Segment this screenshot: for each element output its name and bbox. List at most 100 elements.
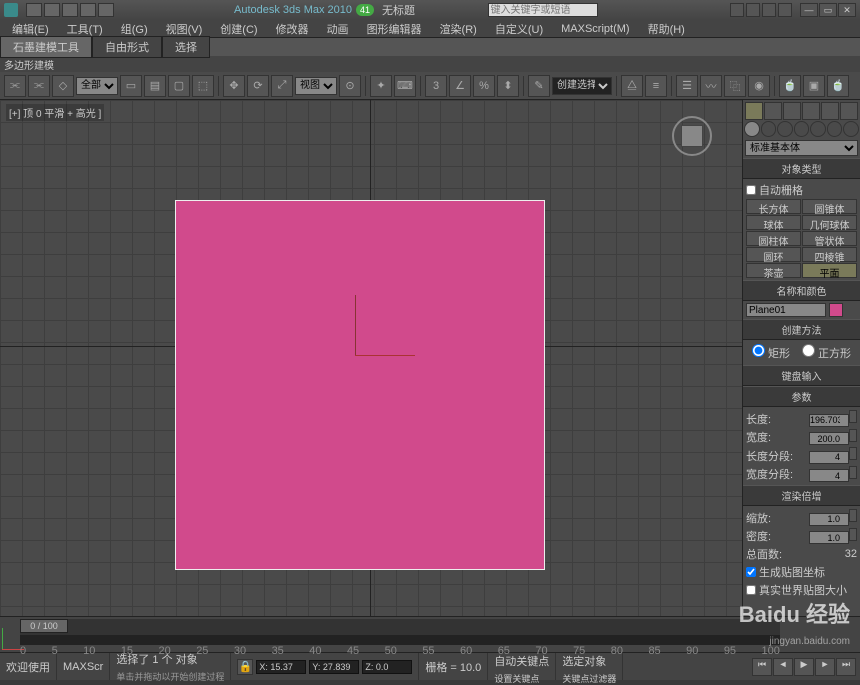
render-setup-icon[interactable]: 🍵 — [779, 75, 801, 97]
menu-maxscript[interactable]: MAXScript(M) — [553, 21, 637, 37]
radio-square[interactable]: 正方形 — [802, 344, 851, 361]
menu-customize[interactable]: 自定义(U) — [487, 19, 551, 39]
close-button[interactable]: ✕ — [838, 3, 856, 17]
btn-sphere[interactable]: 球体 — [746, 215, 801, 230]
systems-cat-icon[interactable] — [843, 121, 859, 137]
lsegs-spinner[interactable] — [849, 447, 857, 460]
viewcube[interactable] — [672, 116, 712, 156]
genmap-checkbox[interactable] — [746, 567, 756, 577]
btn-cylinder[interactable]: 圆柱体 — [746, 231, 801, 246]
snap-icon[interactable]: 3 — [425, 75, 447, 97]
align-icon[interactable]: ≡ — [645, 75, 667, 97]
named-sel-edit-icon[interactable]: ✎ — [528, 75, 550, 97]
prev-frame-icon[interactable]: ◄ — [773, 658, 793, 676]
layers-icon[interactable]: ☰ — [676, 75, 698, 97]
percent-snap-icon[interactable]: % — [473, 75, 495, 97]
width-input[interactable] — [809, 432, 849, 445]
spacewarps-cat-icon[interactable] — [827, 121, 843, 137]
infocenter-help-icon[interactable] — [746, 3, 760, 17]
menu-help[interactable]: 帮助(H) — [640, 19, 693, 39]
infocenter-q-icon[interactable] — [778, 3, 792, 17]
time-slider[interactable]: 0 / 100 — [20, 619, 68, 633]
shapes-cat-icon[interactable] — [761, 121, 777, 137]
maxscript-mini[interactable]: MAXScr — [57, 653, 110, 680]
time-scrollbar[interactable] — [20, 635, 780, 645]
btn-pyramid[interactable]: 四棱锥 — [802, 247, 857, 262]
next-frame-icon[interactable]: ► — [815, 658, 835, 676]
wsegs-spinner[interactable] — [849, 466, 857, 479]
tab-freeform[interactable]: 自由形式 — [92, 36, 162, 58]
hierarchy-tab-icon[interactable] — [783, 102, 801, 120]
tab-selection[interactable]: 选择 — [162, 36, 210, 58]
menu-rendering[interactable]: 渲染(R) — [432, 19, 485, 39]
window-cross-icon[interactable]: ⬚ — [192, 75, 214, 97]
modify-tab-icon[interactable] — [764, 102, 782, 120]
schematic-icon[interactable]: ⿻ — [724, 75, 746, 97]
pivot-icon[interactable]: ⊙ — [339, 75, 361, 97]
manip-icon[interactable]: ✦ — [370, 75, 392, 97]
helpers-cat-icon[interactable] — [810, 121, 826, 137]
primitives-dropdown[interactable]: 标准基本体 — [745, 140, 858, 156]
rotate-icon[interactable]: ⟳ — [247, 75, 269, 97]
mirror-icon[interactable]: ⧋ — [621, 75, 643, 97]
menu-animation[interactable]: 动画 — [319, 19, 357, 39]
minimize-button[interactable]: — — [800, 3, 818, 17]
utilities-tab-icon[interactable] — [840, 102, 858, 120]
viewport[interactable]: [+] 顶 0 平滑 + 高光 ] — [0, 100, 742, 616]
rollout-params-head[interactable]: 参数 — [743, 386, 860, 407]
select-region-icon[interactable]: ▢ — [168, 75, 190, 97]
menu-modifiers[interactable]: 修改器 — [268, 19, 317, 39]
scale-icon[interactable]: ⤢ — [271, 75, 293, 97]
rollout-keyboard-head[interactable]: 键盘输入 — [743, 365, 860, 386]
qat-save-icon[interactable] — [62, 3, 78, 17]
geometry-cat-icon[interactable] — [744, 121, 760, 137]
named-sel-dropdown[interactable]: 创建选择集 — [552, 77, 612, 95]
object-name-input[interactable] — [746, 303, 826, 317]
wsegs-input[interactable] — [809, 469, 849, 482]
lights-cat-icon[interactable] — [777, 121, 793, 137]
rollout-name-head[interactable]: 名称和颜色 — [743, 280, 860, 301]
select-icon[interactable]: ▭ — [120, 75, 142, 97]
menu-create[interactable]: 创建(C) — [212, 19, 265, 39]
display-tab-icon[interactable] — [821, 102, 839, 120]
rollout-create-head[interactable]: 创建方法 — [743, 319, 860, 340]
material-editor-icon[interactable]: ◉ — [748, 75, 770, 97]
maximize-button[interactable]: ▭ — [819, 3, 837, 17]
density-input[interactable] — [809, 531, 849, 544]
goto-start-icon[interactable]: ⏮ — [752, 658, 772, 676]
length-spinner[interactable] — [849, 410, 857, 423]
time-track[interactable]: 0 / 100 — [20, 619, 780, 635]
width-spinner[interactable] — [849, 429, 857, 442]
qat-redo-icon[interactable] — [98, 3, 114, 17]
qat-new-icon[interactable] — [26, 3, 42, 17]
app-logo[interactable] — [4, 3, 18, 17]
btn-teapot[interactable]: 茶壶 — [746, 263, 801, 278]
infocenter-btn-icon[interactable] — [730, 3, 744, 17]
motion-tab-icon[interactable] — [802, 102, 820, 120]
btn-cone[interactable]: 圆锥体 — [802, 199, 857, 214]
notify-badge[interactable]: 41 — [356, 4, 374, 16]
lsegs-input[interactable] — [809, 451, 849, 464]
plane-object[interactable] — [175, 200, 545, 570]
bind-icon[interactable]: ◇ — [52, 75, 74, 97]
coord-z[interactable] — [362, 660, 412, 674]
lock-icon[interactable]: 🔒 — [237, 659, 253, 675]
select-name-icon[interactable]: ▤ — [144, 75, 166, 97]
btn-geosphere[interactable]: 几何球体 — [802, 215, 857, 230]
spinner-snap-icon[interactable]: ⬍ — [497, 75, 519, 97]
keyfilter-button[interactable]: 关键点过滤器 — [562, 672, 616, 685]
coord-x[interactable] — [256, 660, 306, 674]
btn-box[interactable]: 长方体 — [746, 199, 801, 214]
coord-y[interactable] — [309, 660, 359, 674]
scale-input[interactable] — [809, 513, 849, 526]
play-icon[interactable]: ▶ — [794, 658, 814, 676]
infocenter-star-icon[interactable] — [762, 3, 776, 17]
scale-spinner[interactable] — [849, 509, 857, 522]
ref-coord-dropdown[interactable]: 视图 — [295, 77, 337, 95]
setkey-button[interactable]: 设置关键点 — [494, 672, 539, 685]
move-icon[interactable]: ✥ — [223, 75, 245, 97]
length-input[interactable] — [809, 414, 849, 427]
render-icon[interactable]: 🍵 — [827, 75, 849, 97]
menu-grapheditors[interactable]: 图形编辑器 — [359, 19, 430, 39]
angle-snap-icon[interactable]: ∠ — [449, 75, 471, 97]
